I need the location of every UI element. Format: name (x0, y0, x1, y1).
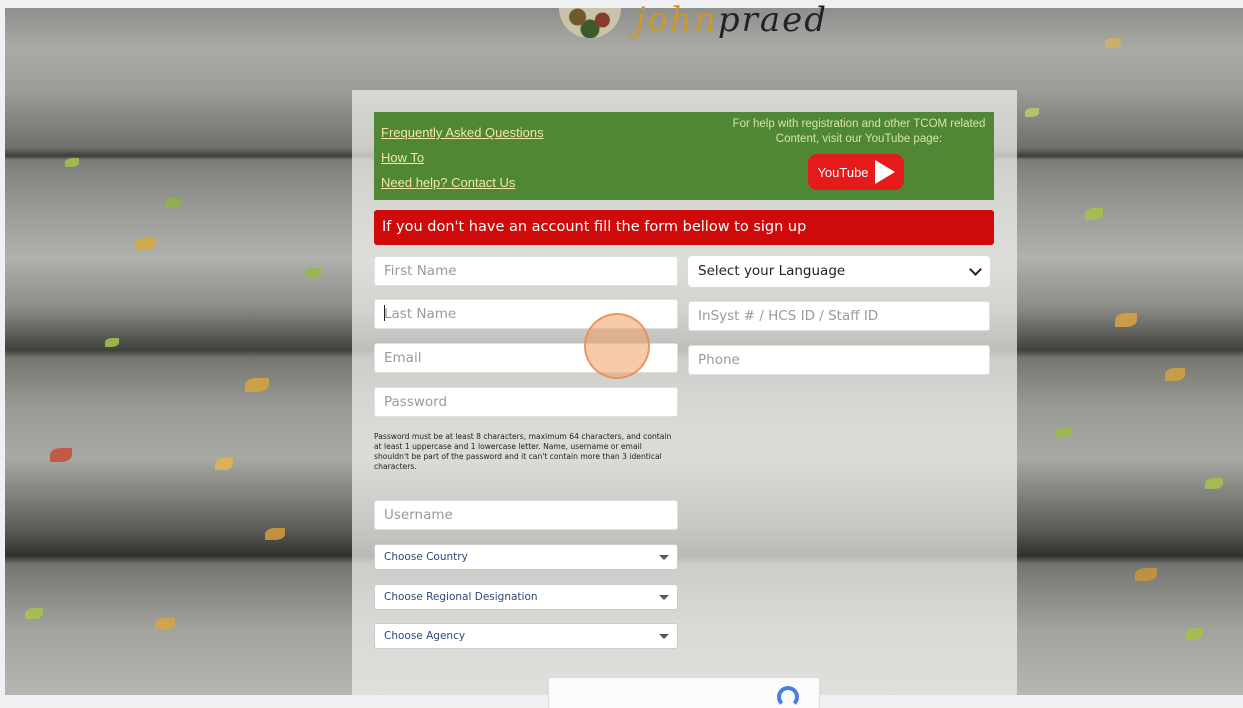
staff-id-input[interactable] (688, 301, 990, 331)
how-to-link[interactable]: How To (381, 145, 544, 170)
text-cursor (384, 305, 385, 321)
signup-banner: If you don't have an account fill the fo… (374, 210, 994, 245)
country-select-label: Choose Country (384, 551, 468, 563)
signup-panel: Frequently Asked Questions How To Need h… (352, 90, 1017, 708)
first-name-input[interactable] (374, 256, 678, 286)
faq-link[interactable]: Frequently Asked Questions (381, 120, 544, 145)
recaptcha-icon (777, 686, 799, 708)
recaptcha-widget[interactable] (548, 677, 820, 708)
youtube-play-icon (874, 160, 895, 184)
username-input[interactable] (374, 500, 678, 530)
logo-wordmark: johnpraed (635, 0, 828, 40)
logo-tree-icon (559, 8, 621, 38)
help-links: Frequently Asked Questions How To Need h… (381, 120, 544, 195)
regional-select-label: Choose Regional Designation (384, 591, 538, 603)
help-box: Frequently Asked Questions How To Need h… (374, 112, 994, 200)
language-select-label: Select your Language (698, 263, 846, 279)
country-select[interactable]: Choose Country (374, 544, 678, 570)
chevron-down-icon (969, 263, 982, 276)
contact-us-link[interactable]: Need help? Contact Us (381, 170, 544, 195)
youtube-button[interactable]: YouTube (808, 154, 904, 190)
site-logo: johnpraed (555, 0, 835, 44)
caret-down-icon (659, 595, 669, 600)
last-name-input[interactable] (374, 299, 678, 329)
agency-select[interactable]: Choose Agency (374, 623, 678, 649)
caret-down-icon (659, 555, 669, 560)
language-select[interactable]: Select your Language (688, 256, 990, 287)
caret-down-icon (659, 634, 669, 639)
email-input[interactable] (374, 343, 678, 373)
youtube-help-text: For help with registration and other TCO… (732, 118, 986, 145)
agency-select-label: Choose Agency (384, 630, 466, 642)
phone-input[interactable] (688, 345, 990, 375)
password-requirements: Password must be at least 8 characters, … (374, 432, 672, 471)
regional-designation-select[interactable]: Choose Regional Designation (374, 584, 678, 610)
password-input[interactable] (374, 387, 678, 417)
youtube-button-label: YouTube (817, 164, 869, 180)
